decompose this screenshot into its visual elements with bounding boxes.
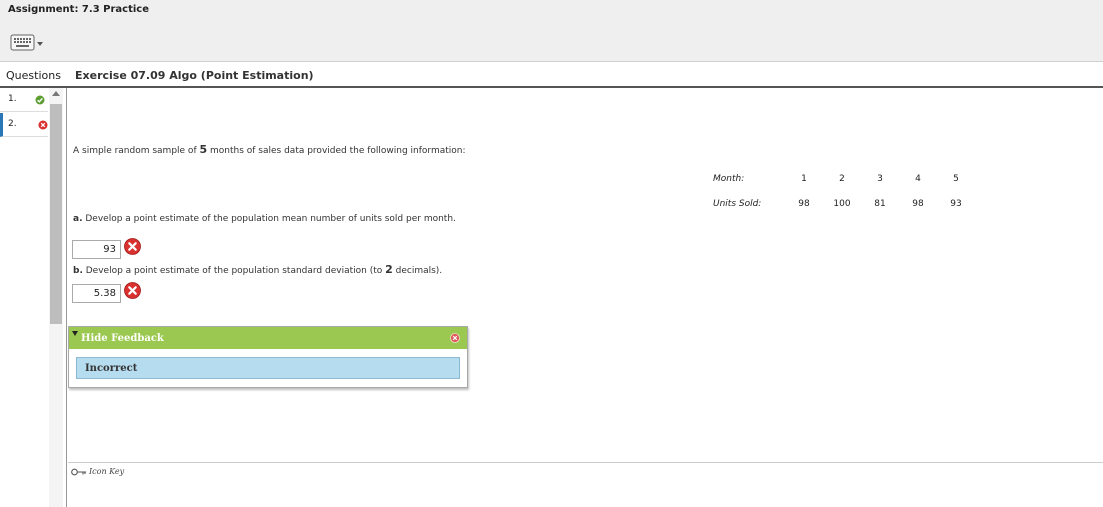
part-a-question: a. Develop a point estimate of the popul…	[73, 214, 456, 224]
sales-data-table: Month: 1 2 3 4 5 Units Sold: 98 100 81 9…	[713, 166, 975, 216]
scrollbar-thumb[interactable]	[50, 104, 62, 324]
feedback-panel: Hide Feedback Incorrect	[68, 326, 468, 388]
sample-size: 5	[199, 143, 208, 156]
table-cell: 2	[839, 173, 845, 184]
question-item-2[interactable]: 2.	[0, 113, 48, 137]
chevron-down-icon	[37, 42, 43, 46]
part-a-answer-input[interactable]: 93	[72, 240, 121, 259]
table-cell: 81	[874, 198, 886, 209]
question-number: 1.	[8, 94, 17, 104]
check-circle-icon	[35, 95, 45, 105]
question-list-scrollbar[interactable]	[49, 88, 63, 507]
key-icon	[71, 468, 86, 476]
keyboard-dropdown-button[interactable]	[10, 33, 44, 53]
questions-header: Questions	[6, 69, 61, 82]
keyboard-icon	[10, 34, 43, 51]
triangle-down-icon	[72, 331, 78, 336]
table-cell: 98	[798, 198, 810, 209]
incorrect-icon	[124, 238, 141, 255]
table-cell: 100	[833, 198, 851, 209]
table-row: Units Sold: 98 100 81 98 93	[713, 191, 975, 216]
table-row: Month: 1 2 3 4 5	[713, 166, 975, 191]
question-item-1[interactable]: 1.	[0, 88, 48, 112]
assignment-title: Assignment: 7.3 Practice	[8, 4, 149, 15]
table-cell: 1	[801, 173, 807, 184]
question-list: 1. 2.	[0, 88, 67, 507]
question-number: 2.	[8, 119, 17, 129]
table-cell: 3	[877, 173, 883, 184]
exercise-title: Exercise 07.09 Algo (Point Estimation)	[75, 69, 314, 82]
incorrect-icon	[124, 282, 141, 299]
part-b-question: b. Develop a point estimate of the popul…	[73, 263, 443, 276]
icon-key-link[interactable]: Icon Key	[71, 467, 124, 476]
scroll-up-arrow-icon[interactable]	[52, 91, 60, 96]
hide-feedback-label: Hide Feedback	[81, 333, 164, 344]
close-icon[interactable]	[450, 333, 460, 343]
feedback-message: Incorrect	[76, 357, 460, 379]
table-cell: 93	[950, 198, 962, 209]
table-cell: 4	[915, 173, 921, 184]
icon-key-label: Icon Key	[89, 467, 125, 476]
table-cell: 98	[912, 198, 924, 209]
part-b-answer-input[interactable]: 5.38	[72, 284, 121, 303]
units-sold-label: Units Sold:	[713, 198, 762, 209]
footer-divider	[68, 462, 1103, 463]
exercise-content: A simple random sample of 5 months of sa…	[68, 88, 1103, 507]
assignment-header: Assignment: 7.3 Practice	[0, 0, 1103, 62]
month-label: Month:	[713, 173, 745, 184]
hide-feedback-toggle[interactable]: Hide Feedback	[69, 327, 467, 349]
table-cell: 5	[953, 173, 959, 184]
error-circle-icon	[38, 120, 48, 130]
question-prompt: A simple random sample of 5 months of sa…	[73, 143, 466, 156]
